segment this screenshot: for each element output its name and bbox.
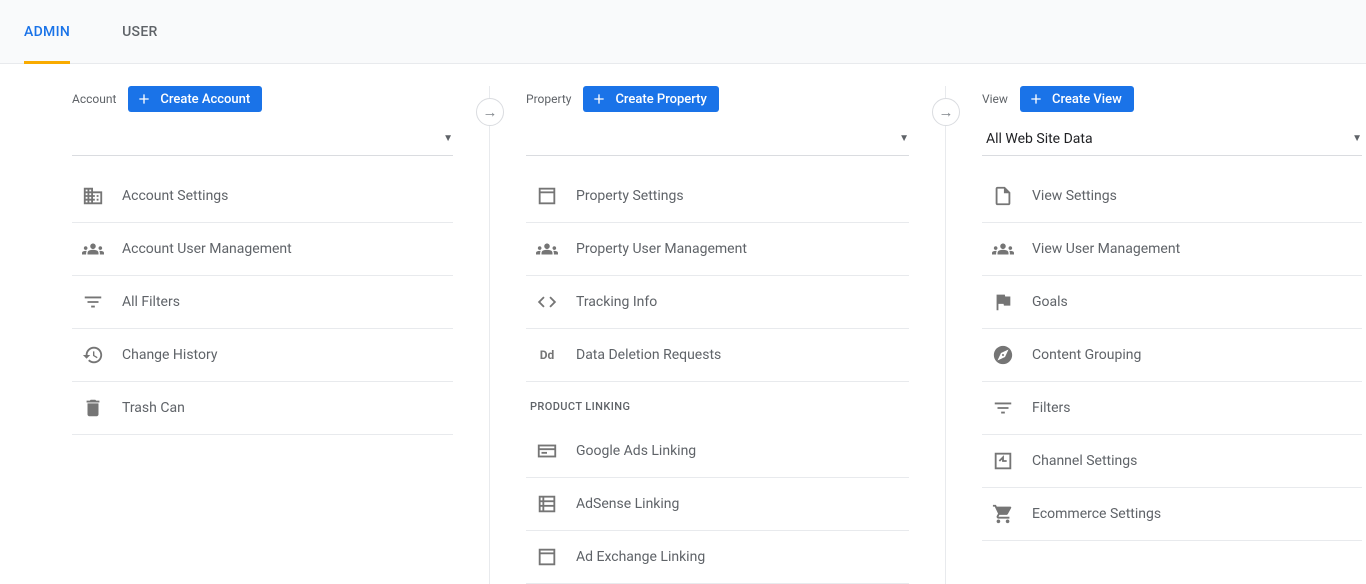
chevron-down-icon: ▼	[1352, 133, 1362, 144]
all-filters-row[interactable]: All Filters	[72, 276, 453, 329]
account-user-mgmt-row[interactable]: Account User Management	[72, 223, 453, 276]
cart-icon	[992, 503, 1014, 525]
property-column: Property Create Property ▼ Property Sett…	[490, 86, 946, 584]
adsense-linking-row[interactable]: AdSense Linking	[526, 478, 909, 531]
ad-exchange-icon	[536, 546, 558, 568]
change-history-row[interactable]: Change History	[72, 329, 453, 382]
create-account-button[interactable]: Create Account	[128, 86, 262, 112]
view-settings-row[interactable]: View Settings	[982, 170, 1362, 223]
account-dropdown[interactable]: ▼	[72, 122, 453, 156]
data-deletion-label: Data Deletion Requests	[576, 347, 721, 363]
goals-label: Goals	[1032, 294, 1068, 310]
account-settings-row[interactable]: Account Settings	[72, 170, 453, 223]
create-view-button-label: Create View	[1052, 92, 1122, 107]
arrow-right-icon: →	[483, 103, 498, 121]
create-view-button[interactable]: Create View	[1020, 86, 1134, 112]
view-column: View Create View All Web Site Data ▼ Vie…	[946, 86, 1364, 584]
users-icon	[536, 238, 558, 260]
compass-icon	[992, 344, 1014, 366]
building-icon	[82, 185, 104, 207]
property-user-mgmt-row[interactable]: Property User Management	[526, 223, 909, 276]
content-grouping-row[interactable]: Content Grouping	[982, 329, 1362, 382]
channel-settings-row[interactable]: Channel Settings	[982, 435, 1362, 488]
view-user-mgmt-row[interactable]: View User Management	[982, 223, 1362, 276]
account-column: Account Create Account ▼ Account Setting…	[0, 86, 490, 584]
account-settings-label: Account Settings	[122, 188, 228, 204]
collapse-property-button[interactable]: →	[932, 98, 960, 126]
view-settings-label: View Settings	[1032, 188, 1117, 204]
content-grouping-label: Content Grouping	[1032, 347, 1141, 363]
arrow-right-icon: →	[939, 103, 954, 121]
content: Account Create Account ▼ Account Setting…	[0, 64, 1366, 584]
account-header: Account Create Account	[72, 86, 453, 112]
channel-icon	[992, 450, 1014, 472]
product-linking-header: PRODUCT LINKING	[526, 382, 909, 425]
filters-row[interactable]: Filters	[982, 382, 1362, 435]
property-header: Property Create Property	[526, 86, 909, 112]
change-history-label: Change History	[122, 347, 217, 363]
create-property-button-label: Create Property	[615, 92, 706, 107]
chevron-down-icon: ▼	[899, 133, 909, 144]
filter-icon	[82, 291, 104, 313]
view-user-mgmt-label: View User Management	[1032, 241, 1180, 257]
goals-row[interactable]: Goals	[982, 276, 1362, 329]
tab-admin[interactable]: ADMIN	[24, 0, 70, 64]
view-label: View	[982, 92, 1008, 106]
adsense-icon	[536, 493, 558, 515]
tab-user[interactable]: USER	[122, 0, 158, 64]
top-tabs: ADMIN USER	[0, 0, 1366, 64]
channel-settings-label: Channel Settings	[1032, 453, 1137, 469]
view-dropdown[interactable]: All Web Site Data ▼	[982, 122, 1362, 156]
create-property-button[interactable]: Create Property	[583, 86, 718, 112]
ecommerce-settings-label: Ecommerce Settings	[1032, 506, 1161, 522]
plus-icon	[591, 91, 607, 107]
flag-icon	[992, 291, 1014, 313]
chevron-down-icon: ▼	[443, 133, 453, 144]
history-icon	[82, 344, 104, 366]
ad-exchange-linking-label: Ad Exchange Linking	[576, 549, 705, 565]
tracking-info-row[interactable]: Tracking Info	[526, 276, 909, 329]
property-settings-label: Property Settings	[576, 188, 684, 204]
property-label: Property	[526, 92, 571, 106]
users-icon	[82, 238, 104, 260]
trash-can-row[interactable]: Trash Can	[72, 382, 453, 435]
dd-icon: Dd	[536, 344, 558, 366]
filter-icon	[992, 397, 1014, 419]
account-user-mgmt-label: Account User Management	[122, 241, 292, 257]
property-square-icon	[536, 185, 558, 207]
users-icon	[992, 238, 1014, 260]
ads-icon	[536, 440, 558, 462]
account-label: Account	[72, 92, 116, 106]
plus-icon	[1028, 91, 1044, 107]
adsense-linking-label: AdSense Linking	[576, 496, 679, 512]
filters-label: Filters	[1032, 400, 1071, 416]
collapse-account-button[interactable]: →	[476, 98, 504, 126]
ad-exchange-linking-row[interactable]: Ad Exchange Linking	[526, 531, 909, 584]
trash-can-label: Trash Can	[122, 400, 185, 416]
view-dropdown-value: All Web Site Data	[986, 131, 1093, 147]
property-user-mgmt-label: Property User Management	[576, 241, 747, 257]
property-dropdown[interactable]: ▼	[526, 122, 909, 156]
property-settings-row[interactable]: Property Settings	[526, 170, 909, 223]
plus-icon	[136, 91, 152, 107]
page-icon	[992, 185, 1014, 207]
google-ads-linking-label: Google Ads Linking	[576, 443, 696, 459]
ecommerce-settings-row[interactable]: Ecommerce Settings	[982, 488, 1362, 541]
all-filters-label: All Filters	[122, 294, 180, 310]
create-account-button-label: Create Account	[160, 92, 250, 107]
data-deletion-row[interactable]: Dd Data Deletion Requests	[526, 329, 909, 382]
view-header: View Create View	[982, 86, 1362, 112]
trash-icon	[82, 397, 104, 419]
google-ads-linking-row[interactable]: Google Ads Linking	[526, 425, 909, 478]
tracking-info-label: Tracking Info	[576, 294, 657, 310]
code-icon	[536, 291, 558, 313]
